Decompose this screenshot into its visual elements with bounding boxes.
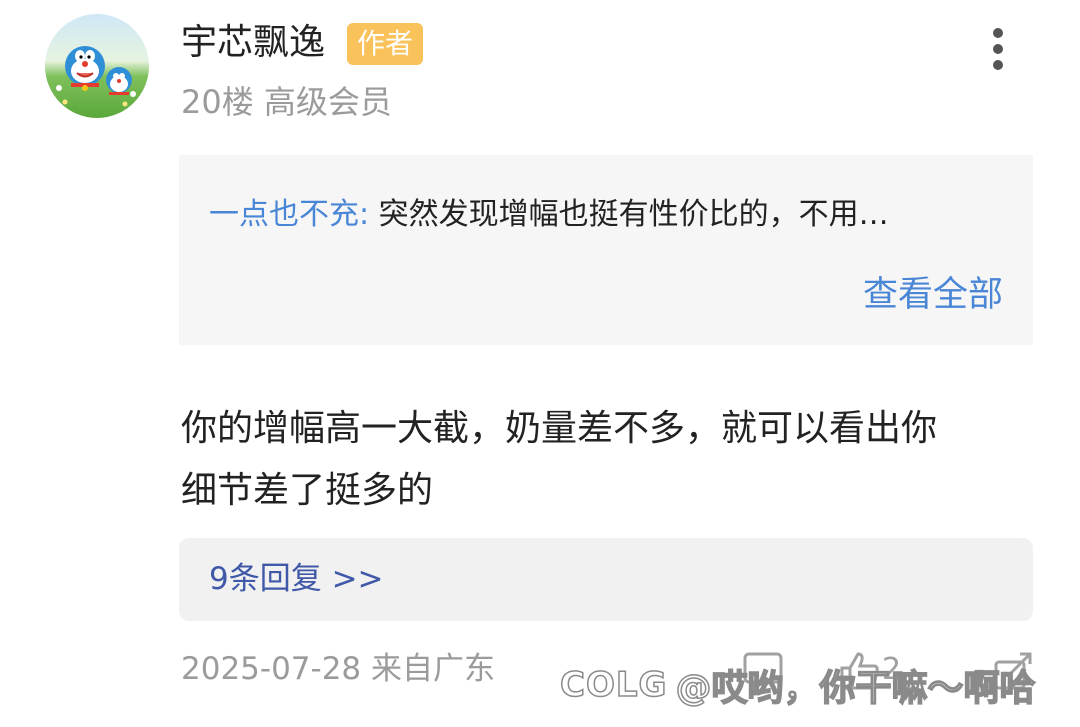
- replies-box[interactable]: 9条回复 >>: [179, 538, 1033, 621]
- quoted-reply[interactable]: 一点也不充: 突然发现增幅也挺有性价比的，不用… 查看全部: [179, 155, 1033, 345]
- avatar[interactable]: [45, 14, 149, 118]
- comment-line: 细节差了挺多的: [181, 470, 434, 511]
- post-meta: 20楼 高级会员: [181, 80, 392, 124]
- watermark-logo: COLG: [559, 664, 668, 706]
- watermark-text: @哎哟，你干嘛～啊哈: [675, 667, 1037, 710]
- member-level: 高级会员: [263, 83, 392, 121]
- replies-link[interactable]: 9条回复 >>: [209, 557, 384, 601]
- post-location: 来自广东: [371, 651, 496, 687]
- quote-line: 一点也不充: 突然发现增幅也挺有性价比的，不用…: [209, 193, 1009, 237]
- comment-post: 宇芯飘逸 作者 20楼 高级会员 一点也不充: 突然发现增幅也挺有性价比的，不用…: [0, 0, 1080, 727]
- author-badge: 作者: [347, 23, 424, 65]
- quote-author[interactable]: 一点也不充:: [209, 197, 369, 232]
- quote-text: 突然发现增幅也挺有性价比的，不用…: [369, 197, 889, 232]
- floor-number: 20楼: [181, 83, 254, 121]
- view-all-link[interactable]: 查看全部: [863, 271, 1003, 319]
- username[interactable]: 宇芯飘逸: [181, 20, 325, 66]
- watermark: COLG @哎哟，你干嘛～啊哈: [559, 655, 1037, 715]
- doraemon-avatar-image: [56, 46, 136, 107]
- post-footer-meta: 2025-07-28 来自广东: [181, 647, 495, 691]
- comment-line: 你的增幅高一大截，奶量差不多，就可以看出你: [181, 408, 938, 449]
- comment-body: 你的增幅高一大截，奶量差不多，就可以看出你 细节差了挺多的: [181, 398, 1041, 522]
- more-options-button[interactable]: [980, 26, 1016, 72]
- post-date: 2025-07-28: [181, 651, 362, 687]
- more-vertical-icon: [993, 28, 1003, 70]
